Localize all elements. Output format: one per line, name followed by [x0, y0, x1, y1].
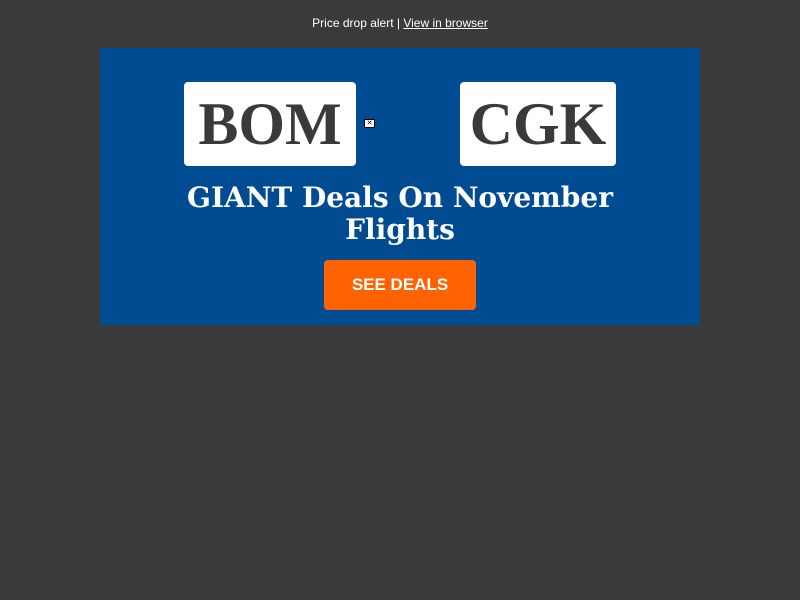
preheader: Price drop alert | View in browser	[0, 16, 800, 30]
origin-code-text: BOM	[198, 90, 342, 157]
deal-banner: BOM ✕ CGK GIANT Deals On November Flight…	[100, 48, 700, 325]
preheader-text: Price drop alert |	[312, 16, 404, 30]
deal-headline: GIANT Deals On November Flights	[187, 181, 613, 246]
broken-image-icon: ✕	[364, 119, 375, 128]
view-in-browser-link[interactable]: View in browser	[403, 16, 487, 30]
origin-airport-code: BOM	[184, 82, 356, 166]
see-deals-button[interactable]: SEE DEALS	[324, 260, 476, 310]
destination-airport-code: CGK	[460, 82, 616, 166]
destination-code-text: CGK	[469, 90, 607, 157]
